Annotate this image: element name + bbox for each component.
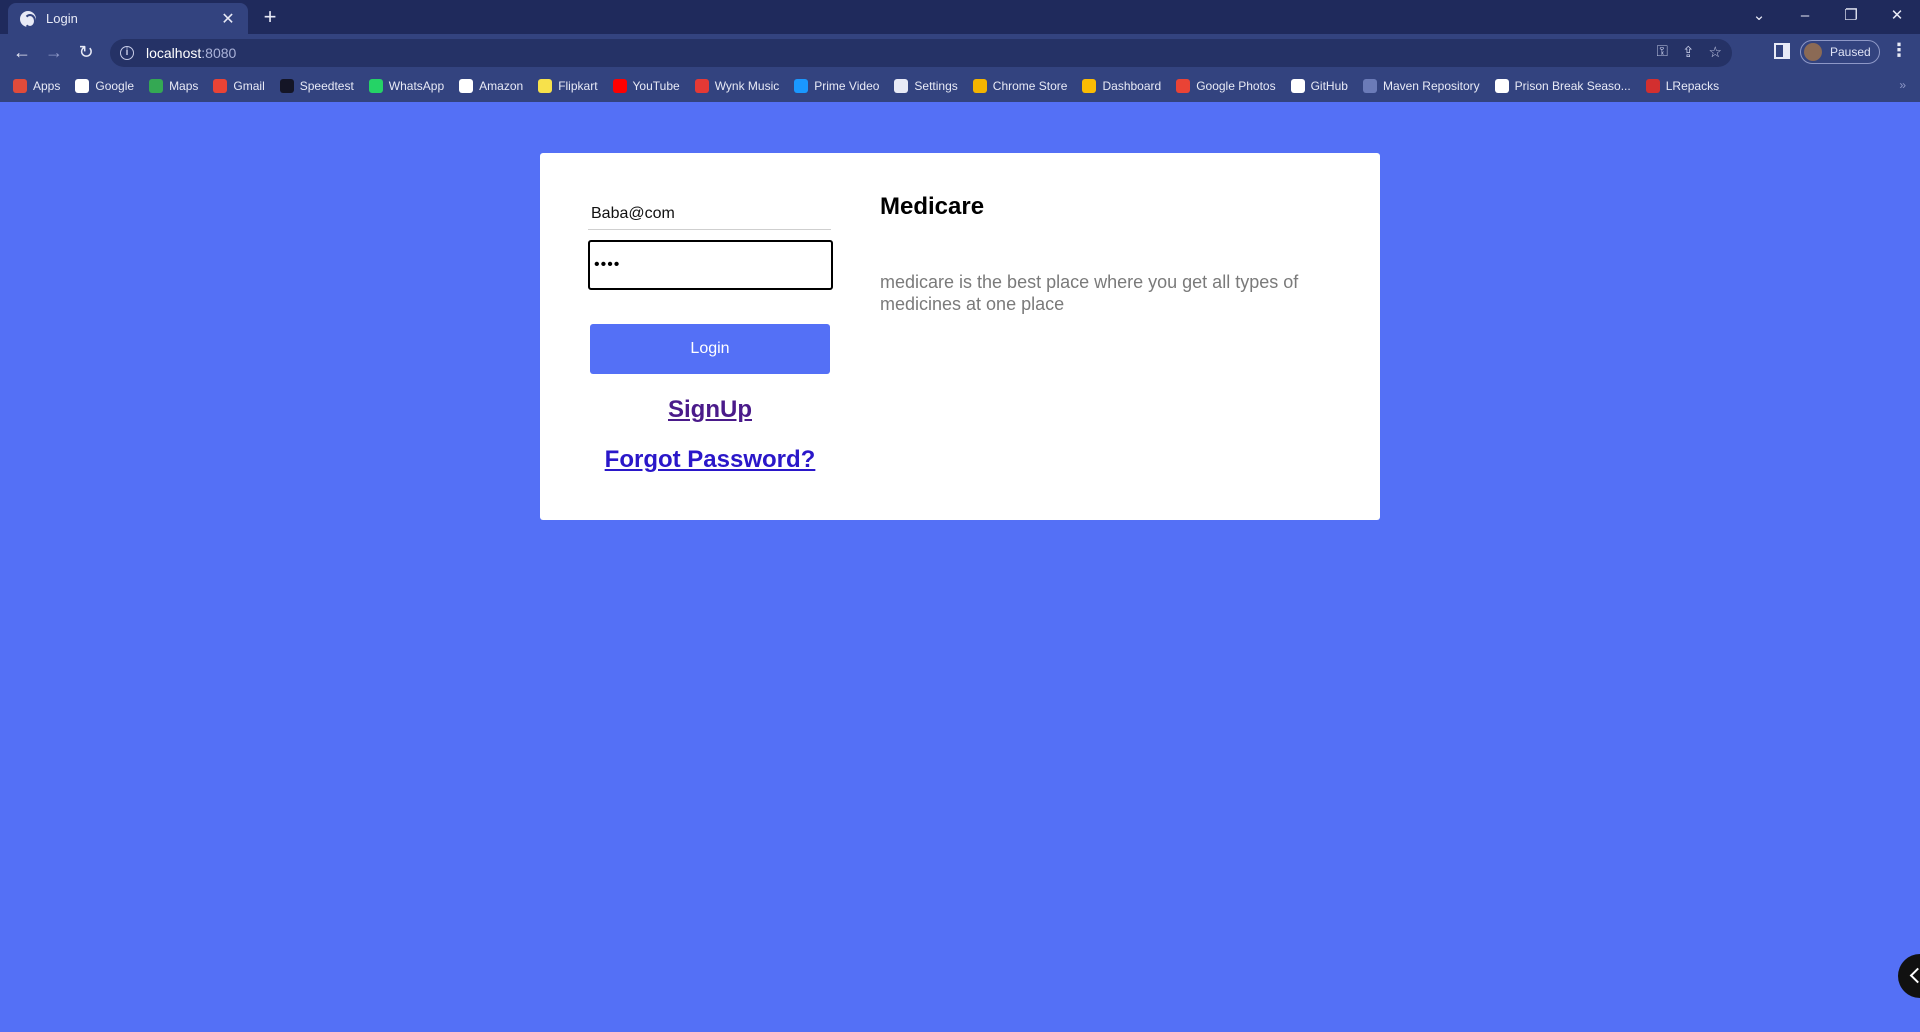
bookmark-label: Maps xyxy=(169,79,199,93)
site-info-icon[interactable]: i xyxy=(120,46,134,60)
bookmark-item[interactable]: Prime Video xyxy=(794,79,879,93)
profile-button[interactable]: Paused xyxy=(1800,40,1880,64)
bookmark-item[interactable]: Wynk Music xyxy=(694,79,780,93)
forgot-password-link[interactable]: Forgot Password? xyxy=(590,446,830,474)
browser-toolbar: ← → ↻ i localhost:8080 ⚿ ⇪ ☆ xyxy=(0,34,1920,70)
wynk-icon xyxy=(694,79,709,93)
bookmark-item[interactable]: Maps xyxy=(149,79,198,93)
bookmark-label: Prime Video xyxy=(814,79,880,93)
amazon-icon xyxy=(459,79,474,93)
google-icon xyxy=(75,79,90,93)
address-bar[interactable]: i localhost:8080 ⚿ ⇪ ☆ xyxy=(110,39,1732,67)
window-controls: ⌄ – ❐ ✕ xyxy=(1736,0,1920,30)
login-form: Login SignUp Forgot Password? xyxy=(588,198,836,474)
url-host: localhost xyxy=(146,45,202,61)
login-card: Login SignUp Forgot Password? Medicare m… xyxy=(540,153,1380,520)
share-icon[interactable]: ⇪ xyxy=(1682,43,1695,61)
email-field[interactable] xyxy=(588,198,831,230)
bookmark-label: YouTube xyxy=(632,79,680,93)
bookmark-label: Wynk Music xyxy=(714,79,780,93)
close-tab-icon[interactable]: ✕ xyxy=(220,9,236,29)
bookmark-item[interactable]: Speedtest xyxy=(279,79,354,93)
bookmark-item[interactable]: Google xyxy=(75,79,134,93)
prime-video-icon xyxy=(794,79,809,93)
bookmark-label: Prison Break Seaso... xyxy=(1514,79,1631,93)
bookmark-label: Settings xyxy=(914,79,958,93)
back-icon[interactable]: ← xyxy=(10,41,34,65)
bookmark-label: Dashboard xyxy=(1102,79,1162,93)
minimize-icon[interactable]: – xyxy=(1782,0,1828,30)
avatar xyxy=(1804,43,1822,61)
login-button[interactable]: Login xyxy=(590,324,830,374)
reload-icon[interactable]: ↻ xyxy=(74,41,98,65)
bookmark-item[interactable]: Flipkart xyxy=(538,79,598,93)
brand-title: Medicare xyxy=(880,193,985,220)
bookmark-label: Gmail xyxy=(233,79,265,93)
maps-icon xyxy=(149,79,164,93)
close-window-icon[interactable]: ✕ xyxy=(1874,0,1920,30)
flipkart-icon xyxy=(538,79,553,93)
dashboard-icon xyxy=(1082,79,1097,93)
bookmark-label: GitHub xyxy=(1310,79,1348,93)
bookmark-label: Maven Repository xyxy=(1382,79,1480,93)
wordpress-icon xyxy=(1494,79,1509,93)
signup-link[interactable]: SignUp xyxy=(590,396,830,424)
bookmark-item[interactable]: Settings xyxy=(894,79,958,93)
bookmark-label: Google xyxy=(95,79,135,93)
side-panel-icon[interactable] xyxy=(1774,43,1790,59)
bookmark-label: LRepacks xyxy=(1665,79,1720,93)
password-field[interactable] xyxy=(588,240,833,290)
brand-description: medicare is the best place where you get… xyxy=(880,272,1299,314)
profile-status: Paused xyxy=(1830,45,1871,59)
forward-icon[interactable]: → xyxy=(42,41,66,65)
bookmark-item[interactable]: Amazon xyxy=(459,79,523,93)
whatsapp-icon xyxy=(368,79,383,93)
speedtest-icon xyxy=(279,79,294,93)
bookmark-star-icon[interactable]: ☆ xyxy=(1709,43,1722,61)
tab-title: Login xyxy=(46,11,78,26)
bookmark-label: Apps xyxy=(33,79,61,93)
menu-dots-icon[interactable]: ⋮ xyxy=(1890,40,1908,61)
bookmark-label: Speedtest xyxy=(299,79,354,93)
tab-login[interactable]: Login ✕ xyxy=(8,3,248,34)
key-icon[interactable]: ⚿ xyxy=(1657,43,1668,61)
chrome-store-icon xyxy=(972,79,987,93)
bookmark-label: Google Photos xyxy=(1196,79,1276,93)
lrepacks-icon xyxy=(1645,79,1660,93)
youtube-icon xyxy=(612,79,627,93)
bookmark-item[interactable]: Maven Repository xyxy=(1362,79,1480,93)
tab-strip: Login ✕ + ⌄ – ❐ ✕ xyxy=(0,0,1920,34)
bookmark-item[interactable]: Google Photos xyxy=(1176,79,1276,93)
floating-collapse-button[interactable] xyxy=(1898,954,1920,998)
bookmark-item[interactable]: Chrome Store xyxy=(972,79,1068,93)
bookmarks-bar: Apps Google Maps Gmail Speedtest WhatsApp Amaz… xyxy=(0,70,1920,102)
tab-search-icon[interactable]: ⌄ xyxy=(1736,0,1782,30)
bookmark-item[interactable]: Dashboard xyxy=(1082,79,1161,93)
bookmark-item[interactable]: YouTube xyxy=(612,79,680,93)
restore-icon[interactable]: ❐ xyxy=(1828,0,1874,30)
bookmark-item[interactable]: LRepacks xyxy=(1645,79,1720,93)
bookmark-label: Chrome Store xyxy=(992,79,1068,93)
bookmark-label: Flipkart xyxy=(558,79,598,93)
globe-icon xyxy=(20,10,36,28)
gmail-icon xyxy=(213,79,228,93)
url-port: :8080 xyxy=(201,45,237,61)
bookmark-item[interactable]: GitHub xyxy=(1290,79,1348,93)
bookmark-label: WhatsApp xyxy=(388,79,445,93)
bookmark-label: Amazon xyxy=(479,79,524,93)
new-tab-button[interactable]: + xyxy=(258,6,282,28)
bookmarks-overflow-icon[interactable]: » xyxy=(1899,78,1906,92)
google-photos-icon xyxy=(1176,79,1191,93)
maven-icon xyxy=(1362,79,1377,93)
settings-gear-icon xyxy=(894,79,909,93)
bookmark-item[interactable]: Apps xyxy=(13,79,60,93)
bookmark-item[interactable]: Prison Break Seaso... xyxy=(1494,79,1631,93)
apps-grid-icon xyxy=(13,79,27,93)
github-icon xyxy=(1290,79,1305,93)
bookmark-item[interactable]: WhatsApp xyxy=(368,79,445,93)
bookmark-item[interactable]: Gmail xyxy=(213,79,265,93)
